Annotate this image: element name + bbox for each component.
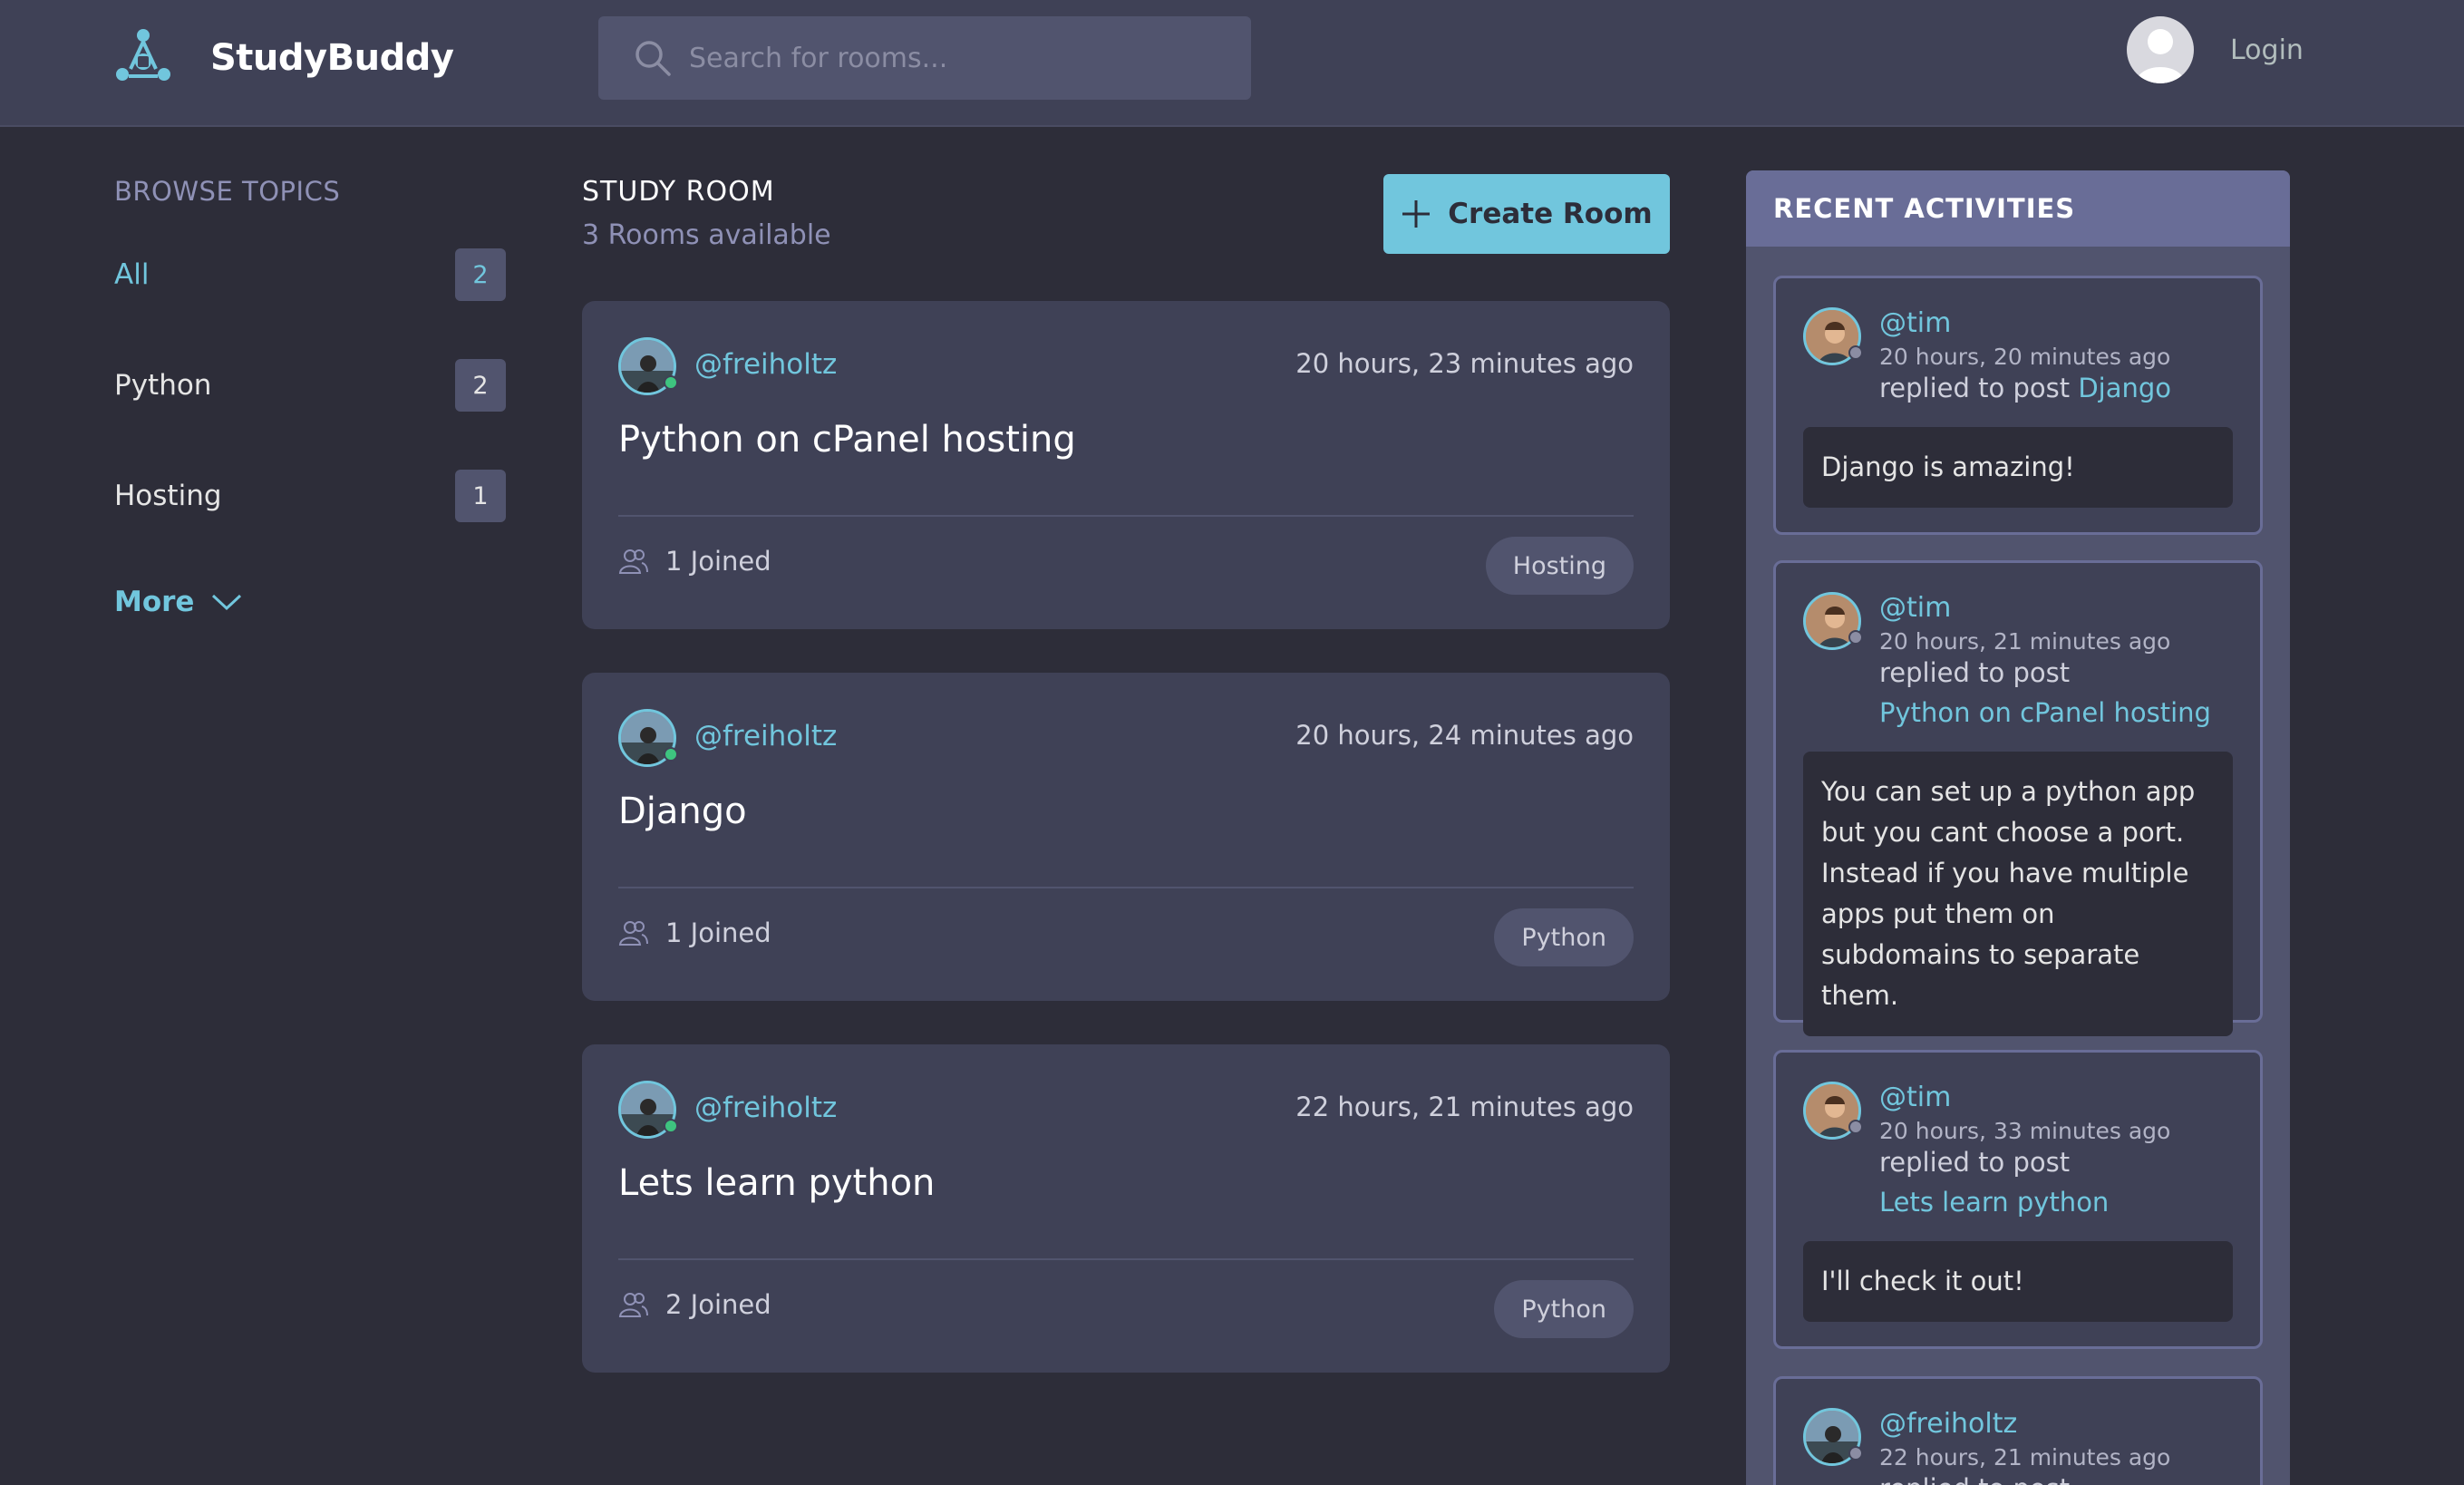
search-input[interactable] <box>689 31 1251 85</box>
avatar <box>2127 16 2194 83</box>
host-username[interactable]: @freiholtz <box>694 348 837 381</box>
status-dot <box>1848 345 1863 360</box>
login-link[interactable]: Login <box>2127 16 2304 83</box>
action-text: replied to post <box>1879 373 2071 403</box>
topic-item-all[interactable]: All 2 <box>114 248 506 301</box>
users-icon <box>618 921 648 946</box>
activity-item: @freiholtz 22 hours, 21 minutes ago repl… <box>1773 1376 2263 1485</box>
room-title[interactable]: Django <box>618 791 747 832</box>
host-username[interactable]: @freiholtz <box>694 720 837 752</box>
room-title[interactable]: Lets learn python <box>618 1162 935 1204</box>
topic-tag[interactable]: Python <box>1494 1280 1634 1338</box>
create-room-label: Create Room <box>1448 198 1653 230</box>
more-topics-link[interactable]: More <box>114 586 243 618</box>
topic-count-badge: 2 <box>455 359 506 412</box>
activity-timestamp: 20 hours, 20 minutes ago <box>1879 344 2171 370</box>
activity-username[interactable]: @tim <box>1879 307 1951 339</box>
plus-icon <box>1402 200 1431 228</box>
activity-timestamp: 20 hours, 33 minutes ago <box>1879 1118 2171 1144</box>
post-link[interactable]: Lets learn python <box>1879 1187 2109 1218</box>
activity-message: I'll check it out! <box>1803 1241 2233 1322</box>
online-status-dot <box>664 747 678 762</box>
participants-count: 1 Joined <box>618 546 771 577</box>
topic-count-badge: 1 <box>455 470 506 522</box>
logo-icon <box>116 29 170 81</box>
joined-label: 1 Joined <box>665 917 771 948</box>
page-title: STUDY ROOM <box>582 176 775 208</box>
users-icon <box>618 549 648 574</box>
room-card: @freiholtz 22 hours, 21 minutes ago Lets… <box>582 1044 1670 1373</box>
topic-item-hosting[interactable]: Hosting 1 <box>114 470 506 522</box>
online-status-dot <box>664 1119 678 1133</box>
topic-label: Hosting <box>114 480 222 512</box>
activity-message: Django is amazing! <box>1803 427 2233 508</box>
topic-label: Python <box>114 369 212 402</box>
search-icon <box>635 41 671 76</box>
divider <box>618 887 1634 888</box>
host-username[interactable]: @freiholtz <box>694 1092 837 1124</box>
user-icon <box>2136 29 2185 83</box>
top-navbar: StudyBuddy Login <box>0 0 2464 127</box>
post-link[interactable]: Django <box>2078 373 2171 403</box>
room-title[interactable]: Python on cPanel hosting <box>618 419 1076 461</box>
post-link[interactable]: Python on cPanel hosting <box>1879 697 2211 728</box>
create-room-button[interactable]: Create Room <box>1383 174 1670 254</box>
action-text: replied to post <box>1879 1147 2071 1178</box>
recent-activities-heading: RECENT ACTIVITIES <box>1746 170 2290 247</box>
brand-logo[interactable]: StudyBuddy <box>112 27 454 89</box>
chevron-down-icon <box>212 594 242 611</box>
topic-tag[interactable]: Python <box>1494 908 1634 966</box>
status-dot <box>1848 1120 1863 1134</box>
room-card: @freiholtz 20 hours, 24 minutes ago Djan… <box>582 673 1670 1001</box>
divider <box>618 1258 1634 1260</box>
joined-label: 2 Joined <box>665 1289 771 1320</box>
activity-timestamp: 20 hours, 21 minutes ago <box>1879 628 2171 655</box>
activity-timestamp: 22 hours, 21 minutes ago <box>1879 1444 2171 1470</box>
activity-username[interactable]: @freiholtz <box>1879 1408 2017 1440</box>
rooms-count: 3 Rooms available <box>582 219 831 251</box>
users-icon <box>618 1293 648 1317</box>
browse-topics-heading: BROWSE TOPICS <box>114 176 341 207</box>
topic-tag[interactable]: Hosting <box>1485 537 1634 595</box>
login-label: Login <box>2230 34 2304 66</box>
status-dot <box>1848 630 1863 645</box>
search-bar[interactable] <box>598 16 1251 100</box>
divider <box>618 515 1634 517</box>
activity-username[interactable]: @tim <box>1879 592 1951 624</box>
activity-item: @tim 20 hours, 21 minutes ago replied to… <box>1773 560 2263 1036</box>
status-dot <box>1848 1446 1863 1461</box>
action-text: replied to post <box>1879 657 2071 688</box>
brand-name: StudyBuddy <box>210 37 454 79</box>
topic-label: All <box>114 258 150 291</box>
activity-item: @tim 20 hours, 20 minutes ago replied to… <box>1773 276 2263 535</box>
topic-count-badge: 2 <box>455 248 506 301</box>
activity-username[interactable]: @tim <box>1879 1082 1951 1113</box>
activity-action: replied to post Django <box>1879 373 2171 403</box>
online-status-dot <box>664 375 678 390</box>
joined-label: 1 Joined <box>665 546 771 577</box>
action-text: replied to post <box>1879 1473 2070 1485</box>
room-timestamp: 20 hours, 23 minutes ago <box>1295 348 1634 379</box>
more-label: More <box>114 586 195 618</box>
activity-item: @tim 20 hours, 33 minutes ago replied to… <box>1773 1050 2263 1349</box>
participants-count: 1 Joined <box>618 917 771 948</box>
topic-item-python[interactable]: Python 2 <box>114 359 506 412</box>
room-timestamp: 22 hours, 21 minutes ago <box>1295 1092 1634 1122</box>
participants-count: 2 Joined <box>618 1289 771 1320</box>
recent-activities-panel: RECENT ACTIVITIES @tim 20 hours, 20 minu… <box>1746 170 2290 1485</box>
room-card: @freiholtz 20 hours, 23 minutes ago Pyth… <box>582 301 1670 629</box>
room-timestamp: 20 hours, 24 minutes ago <box>1295 720 1634 751</box>
activity-message: You can set up a python app but you cant… <box>1803 752 2233 1036</box>
